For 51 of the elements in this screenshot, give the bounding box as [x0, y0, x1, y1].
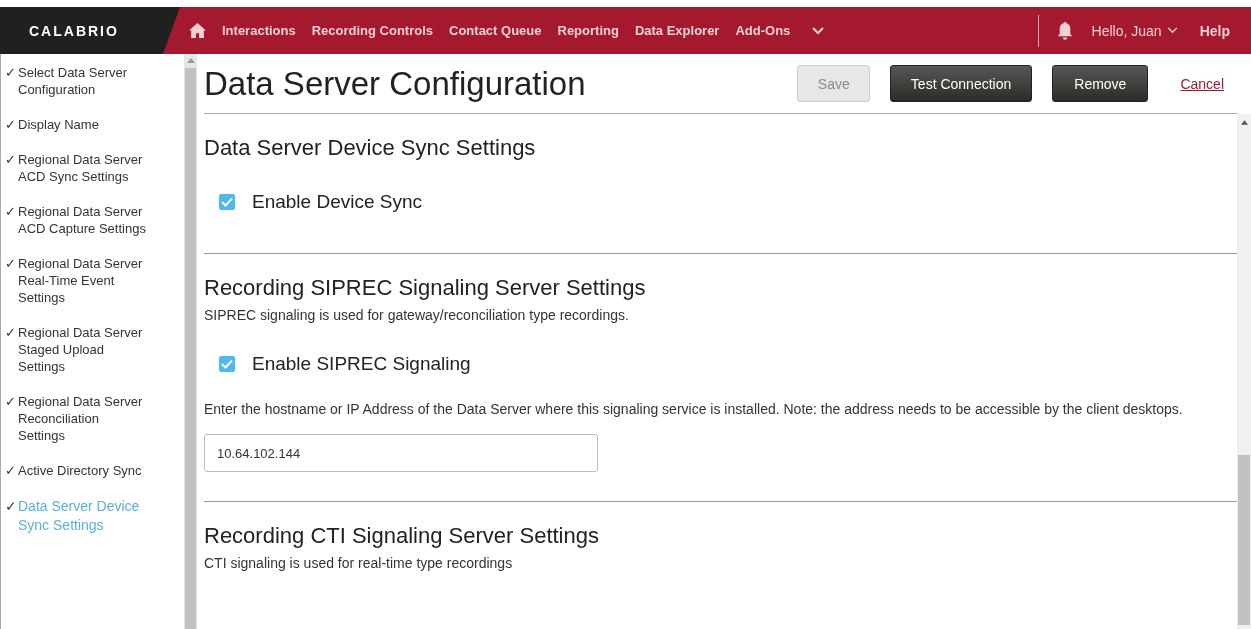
check-mark: ✓ [5, 393, 15, 411]
nav-link[interactable]: Contact Queue [449, 23, 542, 38]
nav-link[interactable]: Recording Controls [311, 23, 434, 38]
check-mark: ✓ [5, 497, 15, 516]
sidebar-item[interactable]: ✓Regional Data Server ACD Capture Settings [5, 203, 184, 237]
sidebar-item[interactable]: ✓Regional Data Server ACD Sync Settings [5, 151, 184, 185]
checkbox[interactable] [219, 356, 235, 372]
nav-link[interactable]: Reporting [557, 23, 619, 38]
sidebar-item[interactable]: ✓Regional Data Server Reconciliation Settings [5, 393, 184, 444]
section-description: CTI signaling is used for real-time type recordings [204, 555, 514, 571]
scrollbar[interactable] [184, 54, 197, 629]
checkbox[interactable] [219, 194, 235, 210]
cancel-link[interactable]: Cancel [1180, 75, 1224, 92]
section-heading: Data Server Device Sync Settings [204, 135, 537, 161]
scroll-up-icon[interactable] [1240, 120, 1248, 125]
nav-link[interactable]: Data Explorer [634, 23, 720, 38]
sidebar-item[interactable]: ✓Display Name [5, 116, 184, 133]
action-button[interactable]: Remove [1052, 65, 1149, 102]
section-heading: Recording CTI Signaling Server Settings [204, 523, 600, 549]
check-mark: ✓ [5, 64, 15, 82]
sidebar-item[interactable]: ✓Regional Data Server Real-Time Event Settings [5, 255, 184, 306]
bell-icon[interactable] [1056, 21, 1073, 40]
check-mark: ✓ [5, 116, 15, 133]
sidebar-item[interactable]: ✓Data Server Device Sync Settings [5, 497, 184, 535]
scrollbar-thumb[interactable] [1238, 455, 1250, 625]
section-heading: Recording SIPREC Signaling Server Settings [204, 275, 647, 301]
section-description: SIPREC signaling is used for gateway/reconciliation type recordings. [204, 307, 630, 323]
nav-link[interactable]: Add-Ons [735, 23, 791, 38]
chevron-down-icon[interactable] [1166, 27, 1178, 34]
check-mark: ✓ [5, 324, 15, 342]
home-icon[interactable] [189, 23, 206, 38]
sidebar-item[interactable]: ✓Regional Data Server Staged Upload Settings [5, 324, 184, 375]
scrollbar-thumb[interactable] [185, 68, 196, 629]
help-link[interactable]: Help [1199, 22, 1230, 39]
check-mark: ✓ [5, 462, 15, 479]
check-mark: ✓ [5, 151, 15, 169]
sidebar-item[interactable]: ✓Active Directory Sync [5, 462, 184, 479]
user-menu[interactable]: Hello, Juan [1091, 22, 1162, 39]
checkbox-label: Enable SIPREC Signaling [252, 353, 471, 375]
instruction-text: Enter the hostname or IP Address of the Data Server where this signaling service is installed. Note: the address needs to be accessible by the client desktops. [204, 400, 1184, 419]
action-button[interactable]: Test Connection [889, 65, 1033, 102]
check-mark: ✓ [5, 255, 15, 273]
chevron-down-icon[interactable] [812, 26, 825, 35]
nav-link[interactable]: Interactions [222, 23, 296, 38]
sidebar-item[interactable]: ✓Select Data Server Configuration [5, 64, 184, 98]
address-input[interactable]: 10.64.102.144 [204, 434, 598, 472]
scrollbar[interactable] [1237, 114, 1251, 629]
checkbox-label: Enable Device Sync [252, 191, 423, 213]
check-mark: ✓ [5, 203, 15, 221]
page-title: Data Server Configuration [204, 64, 586, 103]
logo[interactable]: CALABRIO [29, 22, 119, 39]
